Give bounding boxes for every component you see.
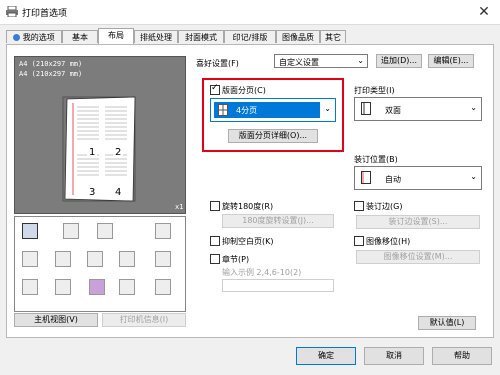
tab-cover-mode[interactable]: 封面模式 <box>178 30 224 43</box>
printer-info-button[interactable]: 打印机信息(I) <box>102 313 186 327</box>
print-type-value: 双面 <box>385 106 401 115</box>
stack-func-icon <box>155 251 171 267</box>
chapters-example: 输入示例 2,4,6-10(2) <box>222 268 302 277</box>
tab-finishing[interactable]: 排纸处理 <box>134 30 178 43</box>
layout-func-icon <box>119 251 135 267</box>
check-mark-icon: ✓ <box>211 83 219 93</box>
page-number: 3 <box>89 187 96 198</box>
binding-margin-settings-button[interactable]: 装订边设置(S)... <box>356 215 480 229</box>
binding-position-value: 自动 <box>385 175 401 184</box>
help-button[interactable]: 帮助 <box>432 347 492 365</box>
page-preview-image <box>62 96 136 202</box>
booklet-func-icon <box>55 251 71 267</box>
combination-checkbox[interactable]: ✓ <box>210 83 220 95</box>
tab-label: 我的选项 <box>22 33 55 42</box>
photo-func-icon <box>89 279 105 295</box>
duplex-icon <box>361 102 371 115</box>
document-func-icon <box>22 279 38 295</box>
chevron-down-icon: ⌄ <box>470 172 477 181</box>
tab-other[interactable]: 其它 <box>320 30 346 43</box>
person-func-icon <box>55 279 71 295</box>
combination-select[interactable]: 4分页 ⌄ <box>210 98 336 122</box>
chevron-down-icon: ⌄ <box>357 56 364 65</box>
combination-value: 4分页 <box>236 106 258 115</box>
combination-selected: 4分页 <box>214 102 320 118</box>
default-button[interactable]: 默认值(L) <box>418 316 476 330</box>
binding-margin-label: 装订边(G) <box>366 202 403 211</box>
chain-func-icon <box>155 223 171 239</box>
four-up-icon <box>218 104 228 116</box>
rotate-checkbox[interactable] <box>210 201 220 211</box>
combination-details-button[interactable]: 版面分页详细(O)... <box>228 129 318 143</box>
preferences-select[interactable]: 自定义设置 ⌄ <box>274 54 368 68</box>
page-number: 2 <box>115 147 122 158</box>
binding-icon <box>361 171 371 184</box>
tab-basic[interactable]: 基本 <box>62 30 98 43</box>
cancel-button[interactable]: 取消 <box>364 347 424 365</box>
chapters-label: 章节(P) <box>222 255 250 264</box>
binding-position-label: 装订位置(B) <box>354 155 398 164</box>
page-number: 4 <box>115 187 122 198</box>
preferences-value: 自定义设置 <box>279 58 319 67</box>
print-preview: A4 (210x297 mm) A4 (210x297 mm) 1 2 3 4 … <box>14 56 186 214</box>
ok-button[interactable]: 确定 <box>296 347 356 365</box>
tab-stamp[interactable]: 印记/排版 <box>224 30 276 43</box>
page-number: 1 <box>89 147 96 158</box>
print-type-label: 打印类型(I) <box>354 86 395 95</box>
print-type-select[interactable]: 双面 ⌄ <box>354 97 482 121</box>
edit-preference-button[interactable]: 编辑(E)... <box>428 54 474 68</box>
add-preference-button[interactable]: 追加(D)... <box>376 54 422 68</box>
chevron-down-icon: ⌄ <box>324 104 331 113</box>
text-func-icon <box>87 251 103 267</box>
chapters-input[interactable] <box>222 279 334 292</box>
notes-func-icon <box>155 279 171 295</box>
close-button[interactable]: ✕ <box>474 3 494 21</box>
printer-icon <box>6 6 18 17</box>
paper-size-1: A4 (210x297 mm) <box>19 60 83 68</box>
tab-quality[interactable]: 图像品质 <box>276 30 320 43</box>
image-shift-label: 图像移位(H) <box>366 237 411 246</box>
binding-margin-checkbox[interactable] <box>354 201 364 211</box>
user-icon <box>13 34 21 41</box>
suppress-blank-label: 抑制空白页(K) <box>222 237 274 246</box>
image-shift-checkbox[interactable] <box>354 236 364 246</box>
combination-label: 版面分页(C) <box>222 86 266 95</box>
rotate-label: 旋转180度(R) <box>222 202 274 211</box>
title-bar: 打印首选项 ✕ <box>0 0 500 25</box>
rotate-settings-button[interactable]: 180度旋转设置(J)... <box>222 214 334 228</box>
chevron-down-icon: ⌄ <box>470 103 477 112</box>
suppress-blank-checkbox[interactable] <box>210 236 220 246</box>
main-view-button[interactable]: 主机视图(V) <box>14 313 98 327</box>
chapters-checkbox[interactable] <box>210 254 220 264</box>
poster-func-icon <box>22 251 38 267</box>
paper-size-2: A4 (210x297 mm) <box>19 70 83 78</box>
window-title: 打印首选项 <box>22 9 68 19</box>
image-func-icon <box>63 223 79 239</box>
function-icon-area <box>14 216 186 312</box>
preferences-label: 喜好设置(F) <box>196 59 239 68</box>
image-shift-settings-button[interactable]: 图像移位设置(M)... <box>356 250 480 264</box>
tab-layout[interactable]: 布局 <box>98 28 134 44</box>
combination-func-icon <box>22 223 38 239</box>
binding-position-select[interactable]: 自动 ⌄ <box>354 166 482 190</box>
pages-grid-func-icon <box>119 279 135 295</box>
tab-my-options[interactable]: 我的选项 <box>6 30 62 43</box>
scale-label: x1 <box>175 203 184 211</box>
pages-func-icon <box>97 223 113 239</box>
